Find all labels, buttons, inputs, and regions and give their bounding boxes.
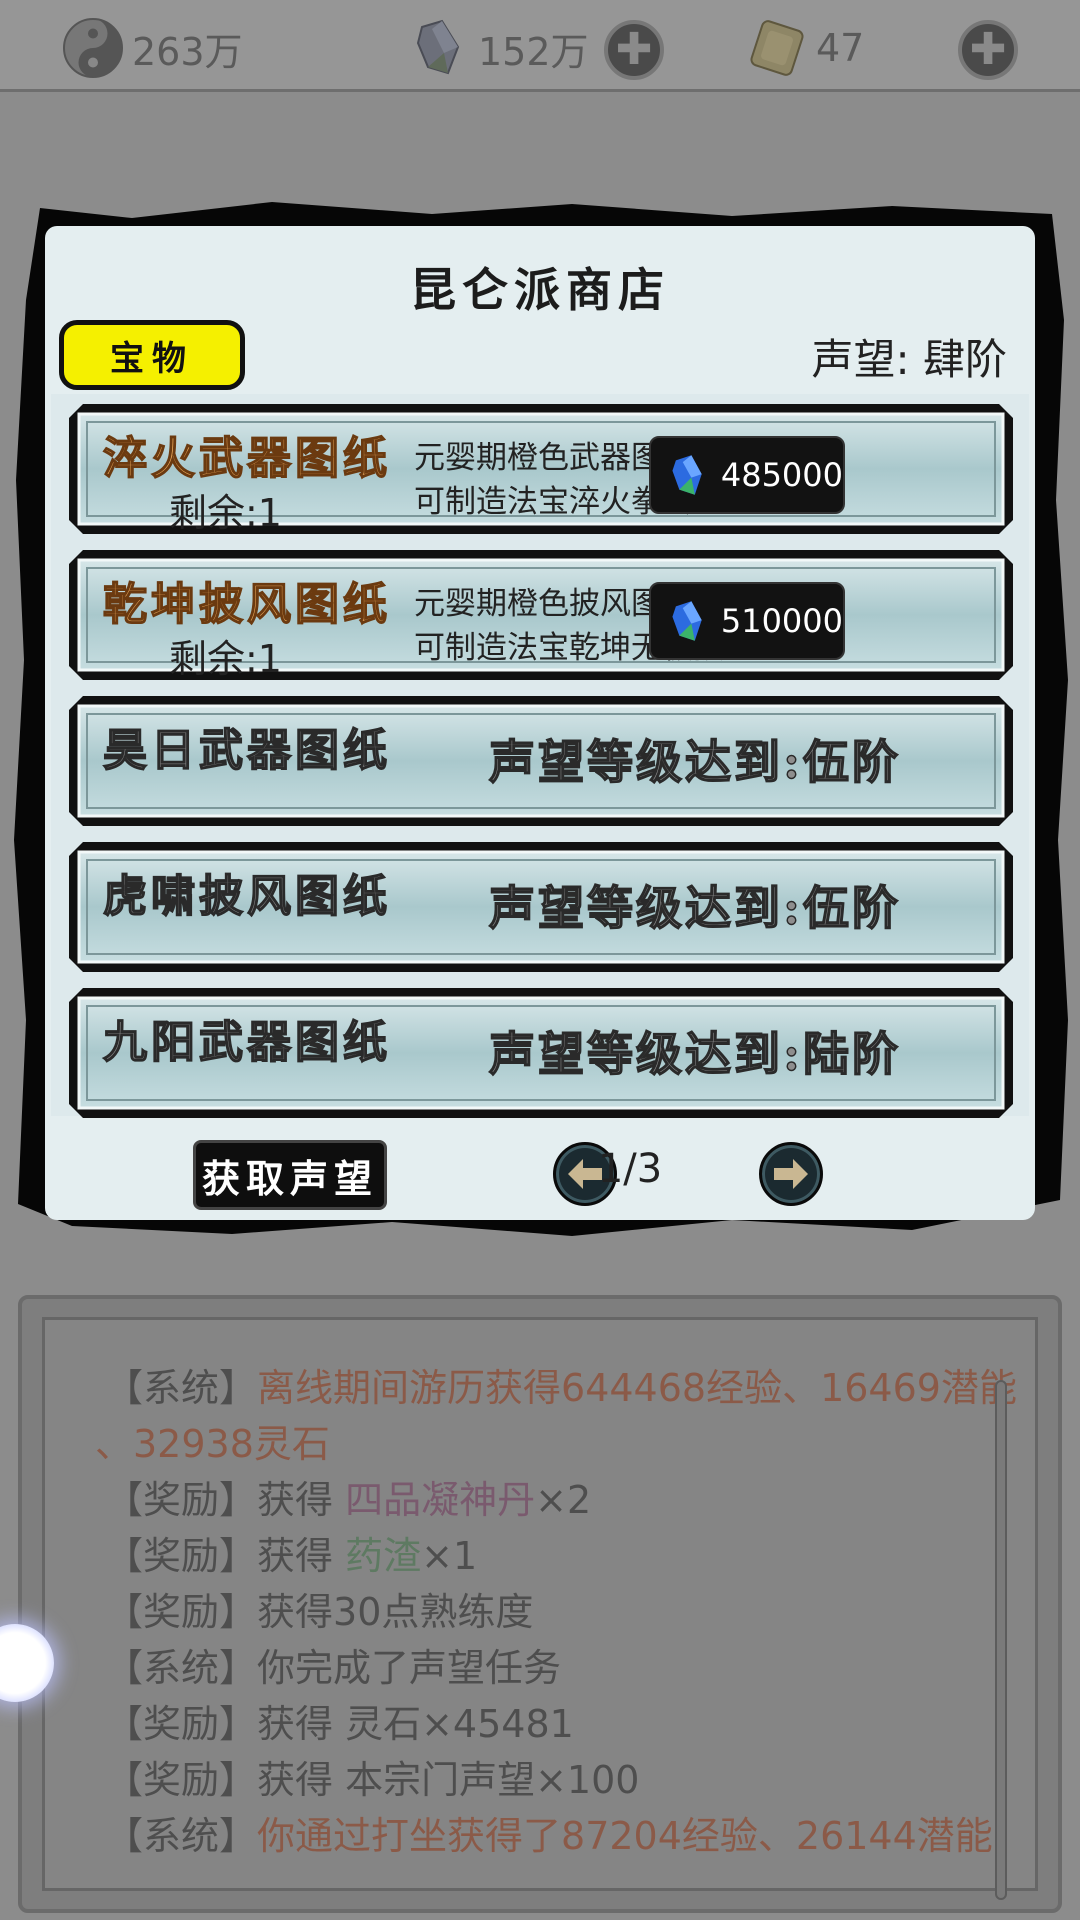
next-page-button[interactable]: [759, 1142, 823, 1206]
item-name: 乾坤披风图纸: [102, 578, 391, 631]
item-requirement: 声望等级达到:陆阶: [488, 1026, 901, 1082]
item-name: 虎啸披风图纸: [102, 870, 391, 923]
log-line: 【系统】你完成了声望任务: [105, 1646, 562, 1690]
gem-amount: 152万: [478, 29, 589, 74]
log-scrollbar[interactable]: [995, 1380, 1007, 1900]
yin-yang-icon: [63, 18, 123, 78]
log-line: 【奖励】获得 药渣×1: [105, 1534, 478, 1578]
plus-icon: ✚: [969, 24, 1007, 75]
reputation-level: 声望: 肆阶: [811, 335, 1007, 384]
spirit-amount: 263万: [132, 29, 243, 74]
log-line: 【奖励】获得 本宗门声望×100: [105, 1758, 640, 1802]
arrow-right-icon: [774, 1159, 808, 1189]
add-gem-button[interactable]: ✚: [604, 20, 664, 80]
item-price: 485000: [720, 456, 843, 494]
shop-title: 昆仑派商店: [410, 263, 670, 317]
log-line: 、32938灵石: [95, 1422, 330, 1466]
message-log[interactable]: 【系统】离线期间游历获得644468经验、16469潜能 、32938灵石 【奖…: [42, 1317, 1038, 1900]
item-price: 510000: [720, 602, 843, 640]
gem-currency: 152万: [408, 18, 589, 78]
shop-item[interactable]: 淬火武器图纸 剩余:1 元婴期橙色武器图纸， 可制造法宝淬火拳套。 485000: [69, 404, 1013, 535]
buy-button[interactable]: 510000: [649, 582, 845, 660]
log-line: 【系统】你通过打坐获得了87204经验、26144潜能: [105, 1814, 993, 1858]
item-remaining: 剩余:1: [169, 637, 282, 681]
item-requirement: 声望等级达到:伍阶: [488, 880, 901, 936]
blue-gem-icon: [672, 601, 702, 641]
shop-item-locked[interactable]: 昊日武器图纸 声望等级达到:伍阶: [69, 696, 1013, 826]
log-line: 【系统】离线期间游历获得644468经验、16469潜能: [105, 1366, 1017, 1410]
currency-bar: 263万 152万 ✚ 47 ✚: [0, 0, 1080, 92]
page-indicator: 1/3: [597, 1146, 663, 1192]
shop-item[interactable]: 乾坤披风图纸 剩余:1 元婴期橙色披风图纸， 可制造法宝乾坤无极披 510000: [69, 550, 1013, 681]
get-reputation-button[interactable]: 获取声望: [193, 1140, 387, 1210]
token-amount: 47: [816, 26, 865, 70]
item-name: 昊日武器图纸: [102, 724, 391, 777]
tab-treasure[interactable]: 宝物: [59, 320, 245, 390]
log-lines: 【系统】离线期间游历获得644468经验、16469潜能 、32938灵石 【奖…: [95, 1360, 1017, 1864]
log-line: 【奖励】获得30点熟练度: [105, 1590, 534, 1634]
shop-item-list: 淬火武器图纸 剩余:1 元婴期橙色武器图纸， 可制造法宝淬火拳套。 485000: [51, 394, 1029, 1118]
message-log-panel: 【系统】离线期间游历获得644468经验、16469潜能 、32938灵石 【奖…: [18, 1295, 1062, 1913]
shop-item-locked[interactable]: 虎啸披风图纸 声望等级达到:伍阶: [69, 842, 1013, 972]
token-icon: [750, 20, 804, 76]
shop-item-locked[interactable]: 九阳武器图纸 声望等级达到:陆阶: [69, 988, 1013, 1118]
item-remaining: 剩余:1: [169, 491, 282, 535]
log-line: 【奖励】获得 灵石×45481: [105, 1702, 574, 1746]
blue-gem-icon: [672, 455, 702, 495]
token-currency: 47: [746, 18, 864, 78]
shop-dialog: 昆仑派商店 宝物 声望: 肆阶 淬火武器图纸 剩余:1 元婴期橙色武器图纸， 可…: [45, 226, 1035, 1220]
spirit-currency: 263万: [62, 18, 243, 78]
item-name: 淬火武器图纸: [102, 432, 391, 485]
item-name: 九阳武器图纸: [102, 1016, 391, 1069]
log-line: 【奖励】获得 四品凝神丹×2: [105, 1478, 592, 1522]
item-requirement: 声望等级达到:伍阶: [488, 734, 901, 790]
add-token-button[interactable]: ✚: [958, 20, 1018, 80]
plus-icon: ✚: [615, 24, 653, 75]
gem-icon: [416, 19, 460, 75]
buy-button[interactable]: 485000: [649, 436, 845, 514]
